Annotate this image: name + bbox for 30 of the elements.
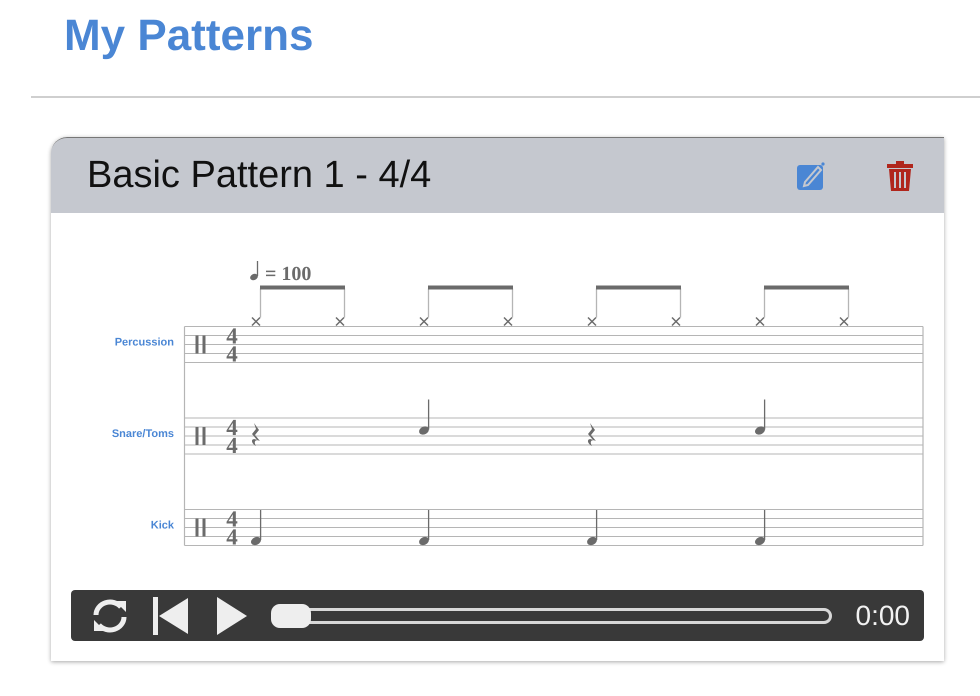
tempo-marking: = 100 [265, 263, 312, 285]
loop-icon [91, 598, 129, 634]
quarter-rest [588, 423, 596, 446]
quarter-note [755, 400, 766, 435]
instrument-label: Percussion [114, 336, 174, 348]
quarter-note-icon [250, 261, 258, 280]
percussion-clef-icon [196, 336, 206, 354]
quarter-note [419, 510, 430, 546]
quarter-note [755, 510, 766, 546]
percussion-clef-icon [196, 518, 206, 536]
loop-button[interactable] [91, 598, 129, 634]
quarter-rest [252, 423, 260, 446]
play-icon [217, 596, 247, 634]
percussion-clef-icon [196, 427, 206, 445]
instrument-label: Snare/Toms [112, 428, 174, 440]
delete-button[interactable] [886, 160, 914, 192]
instrument-label: Kick [150, 520, 174, 532]
pattern-title: Basic Pattern 1 - 4/4 [87, 154, 432, 197]
play-button[interactable] [217, 596, 247, 634]
edit-icon [796, 160, 826, 190]
page-heading: My Patterns [63, 10, 314, 62]
slider-thumb[interactable] [271, 604, 311, 628]
trash-icon [886, 160, 914, 192]
skip-back-button[interactable] [153, 596, 189, 634]
quarter-note [419, 400, 430, 435]
time-display: 0:00 [856, 600, 910, 632]
progress-slider[interactable] [271, 604, 832, 628]
quarter-note [251, 510, 262, 546]
quarter-note [587, 510, 598, 546]
skip-back-icon [153, 596, 189, 634]
